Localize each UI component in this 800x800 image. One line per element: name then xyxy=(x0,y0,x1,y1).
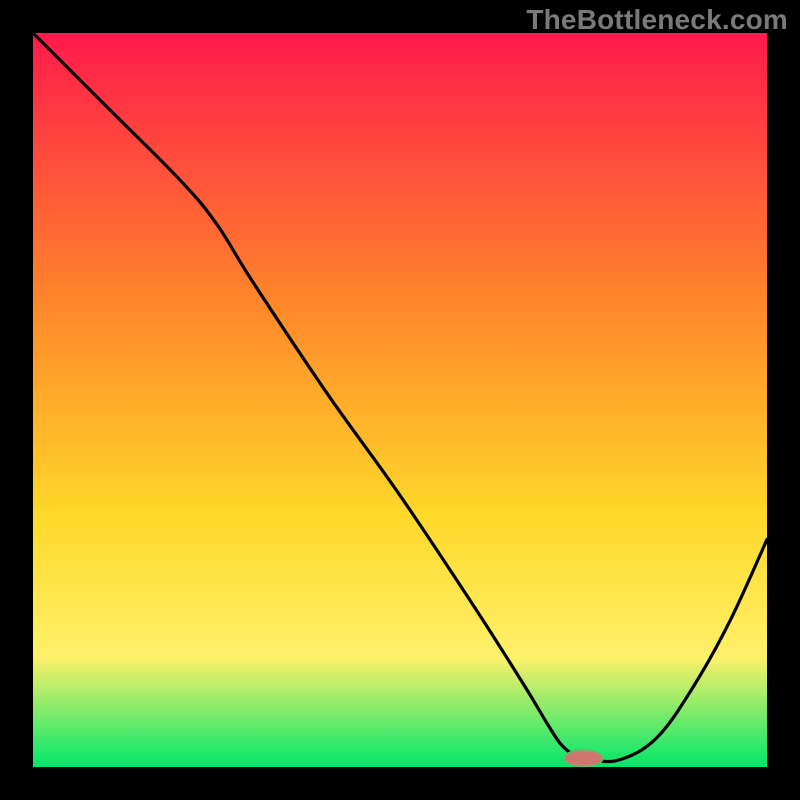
bottleneck-chart xyxy=(0,0,800,800)
optimal-marker xyxy=(564,750,602,766)
watermark-text: TheBottleneck.com xyxy=(526,4,788,36)
